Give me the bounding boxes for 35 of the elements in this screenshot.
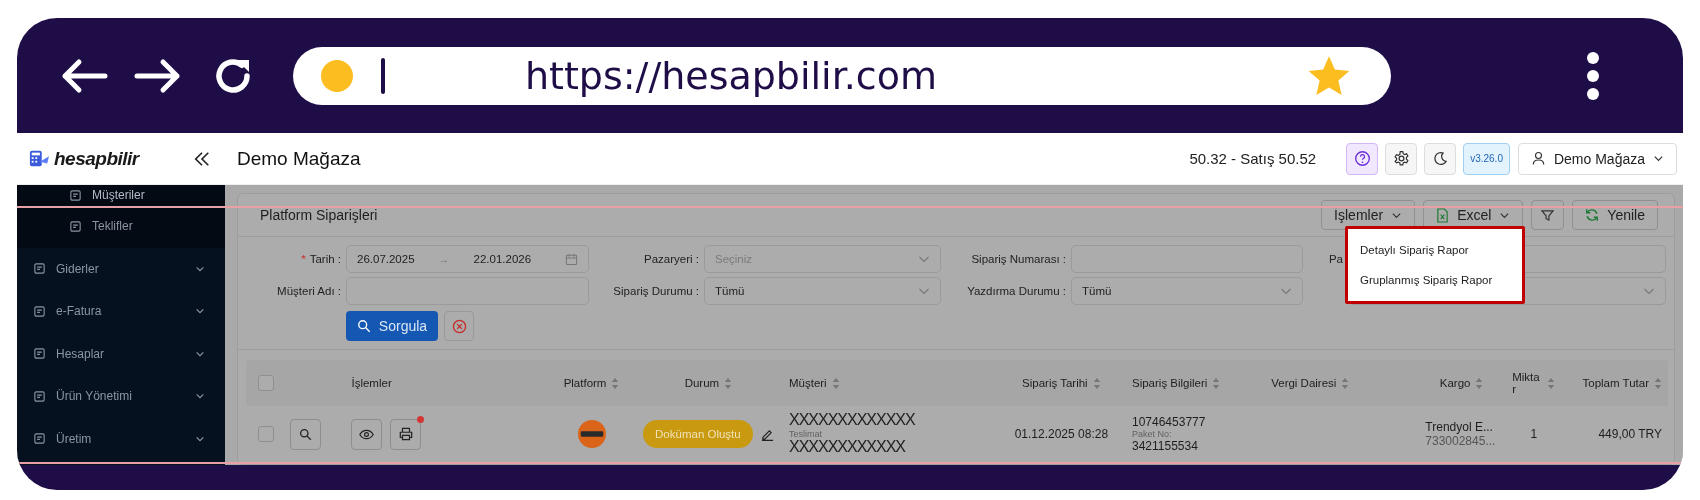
total-amount: 449,00 TRY bbox=[1598, 427, 1662, 441]
package-label: Paket No: bbox=[1132, 429, 1172, 439]
column-header: Kargo bbox=[1439, 377, 1471, 389]
exchange-rate: 50.32 - Satış 50.52 bbox=[1189, 150, 1317, 167]
filter-label: Sipariş Numarası : bbox=[970, 253, 1066, 265]
filter-label: Pazaryeri : bbox=[643, 253, 699, 265]
column-header: Toplam Tutar bbox=[1582, 377, 1649, 389]
url-text: https://hesapbilir.com bbox=[523, 53, 938, 98]
column-header: Miktar bbox=[1512, 371, 1541, 395]
filter-label: Yazdırma Durumu : bbox=[966, 285, 1066, 297]
delivery-label: Teslimat bbox=[788, 429, 822, 439]
page-title: Platform Siparişleri bbox=[260, 207, 378, 223]
column-header: Durum bbox=[684, 377, 720, 389]
column-header: Müşteri bbox=[788, 377, 827, 389]
logo-text: hesapbilir bbox=[54, 147, 139, 170]
version-badge: v3.26.0 bbox=[1463, 142, 1510, 175]
filter-label: Sipariş Durumu : bbox=[612, 285, 699, 297]
quantity: 1 bbox=[1530, 427, 1538, 441]
order-number: 10746453777 bbox=[1132, 415, 1206, 429]
delivery-name: XXXXXXXXXXXX bbox=[788, 439, 906, 456]
tracking-number: 733002845... bbox=[1425, 434, 1496, 448]
store-title: Demo Mağaza bbox=[237, 147, 361, 170]
package-number: 3421155534 bbox=[1132, 439, 1198, 453]
column-header: İşlemler bbox=[351, 377, 392, 389]
filter-label: Pa bbox=[1327, 253, 1343, 265]
column-header: Sipariş Tarihi bbox=[1022, 377, 1088, 389]
cargo-company: Trendyol E... bbox=[1425, 420, 1493, 434]
column-header: Vergi Dairesi bbox=[1271, 377, 1337, 389]
filter-label: * Tarih : bbox=[300, 253, 341, 265]
customer-name: XXXXXXXXXXXXX bbox=[788, 412, 915, 429]
column-header: Sipariş Bilgileri bbox=[1132, 377, 1208, 389]
status-badge: Doküman Oluştu bbox=[643, 420, 753, 448]
column-header: Platform bbox=[563, 377, 607, 389]
order-date: 01.12.2025 08:28 bbox=[1014, 427, 1109, 441]
filter-label: Müşteri Adı : bbox=[276, 285, 341, 297]
